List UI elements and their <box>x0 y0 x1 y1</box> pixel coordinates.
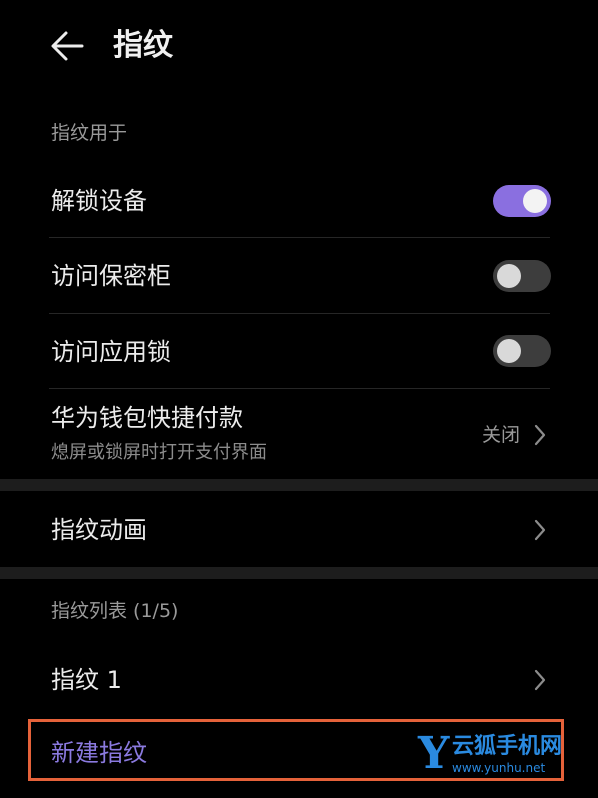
fingerprint-1-label: 指纹 1 <box>51 666 122 694</box>
chevron-right-icon <box>534 669 546 691</box>
wallet-quick-pay-title: 华为钱包快捷付款 <box>51 404 243 432</box>
app-lock-toggle[interactable] <box>493 335 551 367</box>
unlock-device-row[interactable]: 解锁设备 <box>0 165 598 237</box>
toggle-knob <box>497 339 521 363</box>
chevron-right-icon <box>534 424 546 446</box>
header: 指纹 <box>0 0 598 92</box>
wallet-quick-pay-row[interactable]: 华为钱包快捷付款 熄屏或锁屏时打开支付界面 关闭 <box>0 389 598 479</box>
toggle-knob <box>523 189 547 213</box>
page-title: 指纹 <box>113 28 173 63</box>
new-fingerprint-label: 新建指纹 <box>51 739 147 767</box>
usage-section-label: 指纹用于 <box>51 122 128 144</box>
watermark-name: 云狐手机网 <box>452 734 563 759</box>
safe-access-toggle[interactable] <box>493 260 551 292</box>
unlock-device-label: 解锁设备 <box>51 187 147 215</box>
watermark-logo: Y 云狐手机网 www.yunhu.net <box>418 732 590 782</box>
toggle-knob <box>497 264 521 288</box>
safe-access-row[interactable]: 访问保密柜 <box>0 238 598 313</box>
fingerprint-animation-row[interactable]: 指纹动画 <box>0 491 598 567</box>
wallet-quick-pay-subtitle: 熄屏或锁屏时打开支付界面 <box>51 442 267 463</box>
arrow-left-icon <box>51 31 84 61</box>
back-button[interactable] <box>48 26 88 66</box>
unlock-device-toggle[interactable] <box>493 185 551 217</box>
fingerprint-animation-label: 指纹动画 <box>51 516 147 544</box>
wallet-quick-pay-value: 关闭 <box>482 424 521 446</box>
app-lock-row[interactable]: 访问应用锁 <box>0 314 598 388</box>
app-lock-label: 访问应用锁 <box>51 338 171 366</box>
section-separator <box>0 479 598 491</box>
fingerprint-list-label: 指纹列表 (1/5) <box>51 600 179 622</box>
fingerprint-1-row[interactable]: 指纹 1 <box>0 641 598 718</box>
watermark-url: www.yunhu.net <box>452 761 546 775</box>
safe-access-label: 访问保密柜 <box>51 262 171 290</box>
chevron-right-icon <box>534 519 546 541</box>
watermark-letter: Y <box>418 728 450 779</box>
section-separator <box>0 567 598 579</box>
fingerprint-settings-screen: 指纹 指纹用于 解锁设备 访问保密柜 访问应用锁 华为钱包快捷付款 熄屏或锁屏时… <box>0 0 598 798</box>
